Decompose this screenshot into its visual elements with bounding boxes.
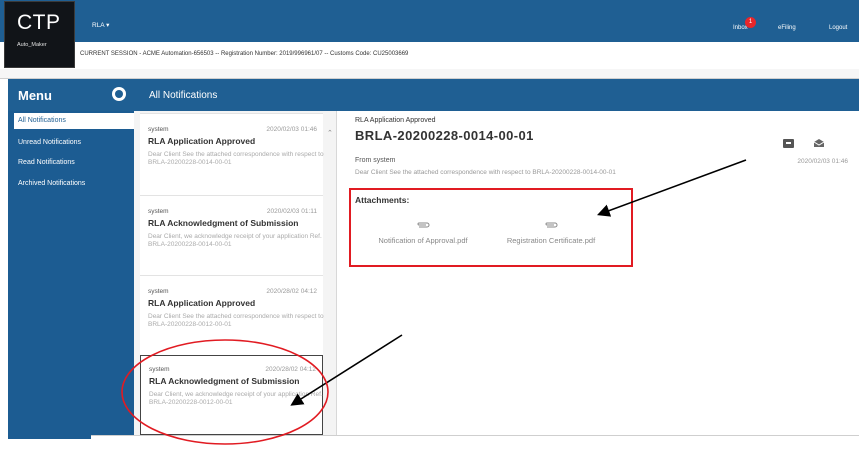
sidebar-item-unread-notifications[interactable]: Unread Notifications bbox=[14, 135, 134, 151]
sidebar-item-read-notifications[interactable]: Read Notifications bbox=[14, 155, 134, 171]
notification-date: 2020/02/03 01:11 bbox=[266, 208, 317, 215]
content-header: All Notifications bbox=[134, 79, 859, 111]
notification-sender: system bbox=[148, 126, 169, 133]
notification-date: 2020/28/02 04:12 bbox=[265, 366, 316, 373]
archive-icon[interactable] bbox=[783, 139, 794, 148]
logo-username: Auto_Maker bbox=[17, 42, 47, 48]
notification-sender: system bbox=[149, 366, 170, 373]
notification-preview: Dear Client, we acknowledge receipt of y… bbox=[148, 233, 322, 248]
attachments-highlight-box bbox=[349, 188, 633, 267]
notification-item[interactable]: system 2020/02/03 01:11 RLA Acknowledgme… bbox=[140, 195, 323, 285]
top-navigation-bar: RLA ▾ Inbox 1 eFiling Logout bbox=[0, 0, 859, 42]
notification-sender: system bbox=[148, 208, 169, 215]
notification-list: ⌃ system 2020/02/03 01:46 RLA Applicatio… bbox=[134, 111, 337, 435]
menu-title: Menu bbox=[18, 88, 52, 103]
menu-header: Menu bbox=[8, 79, 134, 111]
notification-title: RLA Application Approved bbox=[148, 136, 256, 146]
notification-title: RLA Application Approved bbox=[148, 298, 256, 308]
sidebar-item-archived-notifications[interactable]: Archived Notifications bbox=[14, 176, 134, 192]
efiling-link[interactable]: eFiling bbox=[778, 25, 796, 31]
app-logo[interactable]: CTP Auto_Maker bbox=[4, 1, 75, 68]
logo-text: CTP bbox=[17, 11, 61, 34]
scroll-up-icon[interactable]: ⌃ bbox=[327, 129, 336, 138]
notification-preview: Dear Client, we acknowledge receipt of y… bbox=[149, 391, 323, 406]
logout-link[interactable]: Logout bbox=[829, 25, 847, 31]
notification-date: 2020/28/02 04:12 bbox=[266, 288, 317, 295]
session-info: CURRENT SESSION - ACME Automation-656503… bbox=[80, 51, 409, 57]
page-title: All Notifications bbox=[149, 90, 218, 101]
detail-reference: BRLA-20200228-0014-00-01 bbox=[355, 128, 534, 143]
notification-item[interactable]: system 2020/28/02 04:12 RLA Acknowledgme… bbox=[140, 355, 323, 435]
notification-title: RLA Acknowledgment of Submission bbox=[149, 376, 300, 386]
sidebar-bottom-edge bbox=[8, 435, 91, 439]
bottom-divider bbox=[8, 435, 859, 436]
notification-preview: Dear Client See the attached corresponde… bbox=[148, 313, 324, 328]
envelope-open-icon[interactable] bbox=[813, 138, 825, 148]
notification-preview: Dear Client See the attached corresponde… bbox=[148, 151, 324, 166]
detail-body: Dear Client See the attached corresponde… bbox=[355, 169, 616, 176]
menu-toggle-icon[interactable] bbox=[112, 87, 126, 101]
notification-date: 2020/02/03 01:46 bbox=[266, 126, 317, 133]
rla-dropdown-menu[interactable]: RLA ▾ bbox=[92, 21, 109, 29]
detail-date: 2020/02/03 01:46 bbox=[797, 158, 848, 165]
notification-item[interactable]: system 2020/28/02 04:12 RLA Application … bbox=[140, 275, 324, 357]
notification-title: RLA Acknowledgment of Submission bbox=[148, 218, 299, 228]
inbox-count-badge: 1 bbox=[745, 17, 756, 28]
notification-detail: RLA Application Approved BRLA-20200228-0… bbox=[338, 111, 859, 435]
detail-from: From system bbox=[355, 157, 396, 164]
notification-item[interactable]: system 2020/02/03 01:46 RLA Application … bbox=[140, 113, 324, 195]
sidebar: All Notifications Unread Notifications R… bbox=[8, 111, 134, 435]
notification-sender: system bbox=[148, 288, 169, 295]
detail-label: RLA Application Approved bbox=[355, 117, 436, 124]
session-bar-background bbox=[0, 69, 859, 79]
sidebar-item-all-notifications[interactable]: All Notifications bbox=[14, 113, 134, 129]
